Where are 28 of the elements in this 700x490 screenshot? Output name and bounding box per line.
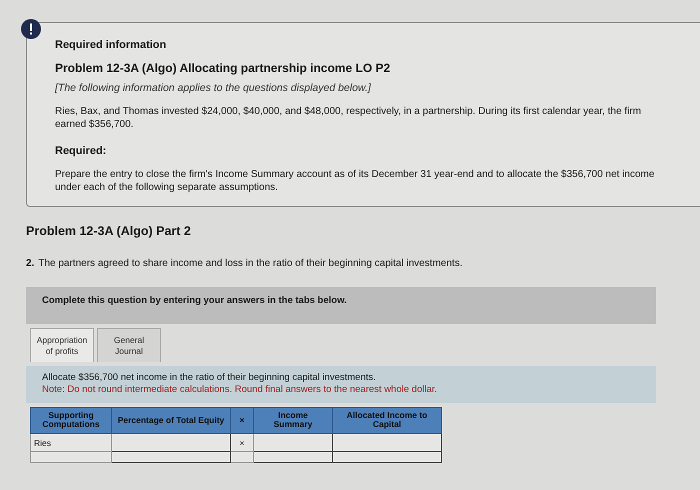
column-header: × [230,407,254,434]
required-text: Prepare the entry to close the firm's Income Summary account as of its December 31 year-end and to allocate the $356,700 net income under each of the following separate assumptions. [55,168,656,194]
column-header: Supporting Computations [30,407,112,434]
input-field[interactable] [112,434,230,452]
instruction-text: Complete this question by entering your answers in the tabs below. [42,295,347,306]
input-field[interactable] [254,434,332,452]
operator-cell: × [230,434,254,452]
column-header: Percentage of Total Equity [112,407,230,434]
row-label: Ries [30,434,112,452]
input-field[interactable] [112,452,230,463]
problem-title: Problem 12-3A (Algo) Allocating partnership income LO P2 [55,61,392,75]
tab[interactable]: General Journal [97,328,161,362]
alert-icon [21,19,41,39]
tab[interactable]: Appropriation of profits [30,328,94,362]
info-heading: Required information [55,39,168,51]
task-note: Note: Do not round intermediate calculations. Round final answers to the nearest whole dollar. [42,384,438,397]
required-label: Required: [55,145,108,157]
info-note: [The following information applies to the questions displayed below.] [55,82,372,94]
column-header: Allocated Income to Capital [332,407,442,434]
task-text: Allocate $356,700 net income in the ratio of their beginning capital investments. [42,372,377,384]
input-field[interactable] [332,434,442,452]
problem-text: Ries, Bax, and Thomas invested $24,000, $40,000, and $48,000, respectively, in a partnership. During its first calendar year, the firm earned $356,700. [55,105,642,131]
input-field[interactable] [332,452,442,463]
column-header: Income Summary [254,407,332,434]
part-title: Problem 12-3A (Algo) Part 2 [26,224,192,238]
question-text: The partners agreed to share income and loss in the ratio of their beginning capital investments. [38,258,462,269]
input-field[interactable] [254,452,332,463]
question-number: 2. [26,258,34,269]
